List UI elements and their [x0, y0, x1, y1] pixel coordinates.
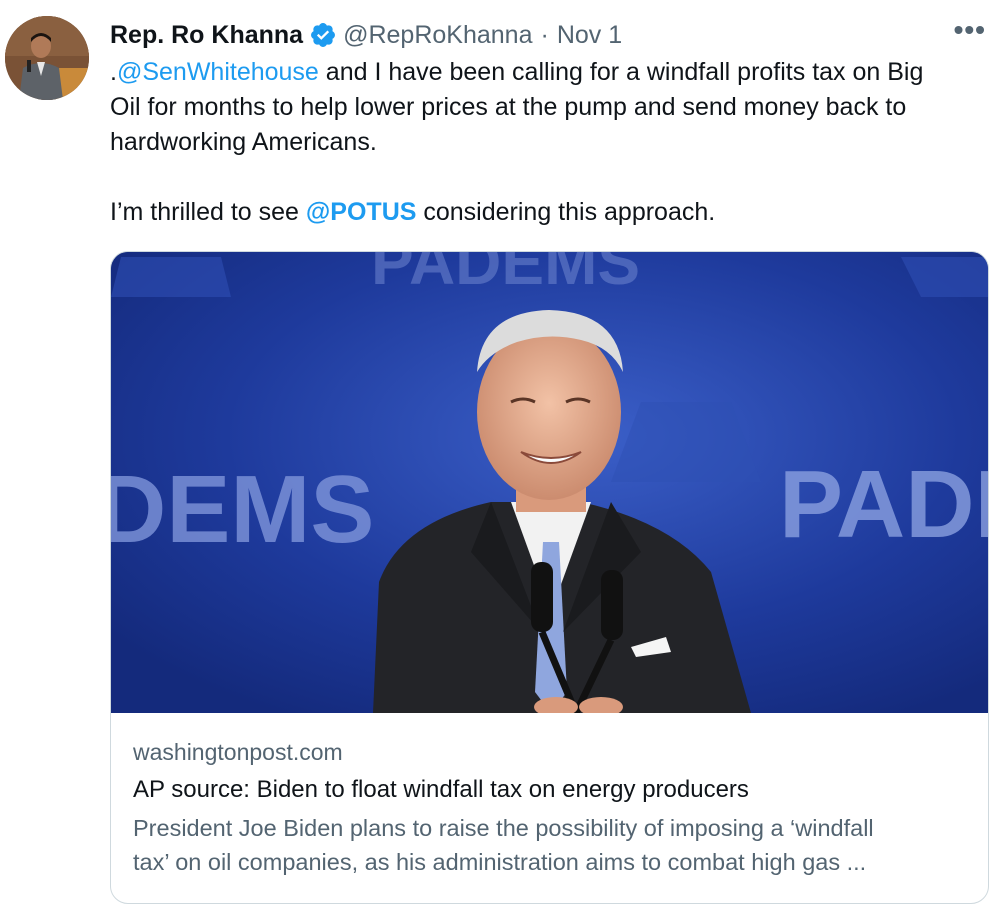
mention-senwhitehouse[interactable]: @SenWhitehouse: [117, 58, 319, 86]
tweet-text: .@SenWhitehouse and I have been calling …: [110, 55, 980, 230]
card-meta: washingtonpost.com AP source: Biden to f…: [133, 736, 973, 879]
backdrop-text-right: PADI: [779, 451, 988, 558]
mention-potus[interactable]: @POTUS: [306, 198, 417, 226]
header-separator: ·: [540, 20, 549, 49]
tweet-text-line-1: .@SenWhitehouse and I have been calling …: [110, 55, 980, 90]
verified-badge-icon: [309, 21, 337, 49]
tweet-text-line-2: Oil for months to help lower prices at t…: [110, 93, 907, 121]
card-image[interactable]: PADEMS DEMS PADI: [111, 252, 988, 713]
card-title[interactable]: AP source: Biden to float windfall tax o…: [133, 772, 973, 808]
link-preview-card[interactable]: PADEMS DEMS PADI washingtonpost.com AP s…: [110, 251, 989, 904]
tweet-text-line-4: I’m thrilled to see @POTUS considering t…: [110, 195, 980, 230]
tweet-date[interactable]: Nov 1: [557, 21, 622, 50]
card-description-line-2: tax’ on oil companies, as his administra…: [133, 849, 867, 875]
card-domain: washingtonpost.com: [133, 739, 343, 765]
text-fragment: I’m thrilled to see: [110, 198, 306, 226]
author-name[interactable]: Rep. Ro Khanna: [110, 21, 303, 50]
text-fragment: considering this approach.: [416, 198, 716, 226]
text-prefix: .: [110, 58, 117, 86]
card-photo: PADEMS DEMS PADI: [111, 252, 988, 713]
tweet-text-line-3: hardworking Americans.: [110, 128, 377, 156]
backdrop-text-left: DEMS: [111, 456, 374, 563]
author-avatar[interactable]: [5, 16, 89, 100]
more-options-icon[interactable]: •••: [954, 14, 986, 46]
author-handle[interactable]: @RepRoKhanna: [343, 21, 532, 50]
avatar-image: [5, 16, 89, 100]
card-description-line-1: President Joe Biden plans to raise the p…: [133, 815, 874, 841]
tweet-header: Rep. Ro Khanna @RepRoKhanna · Nov 1: [110, 18, 622, 52]
backdrop-text-top: PADEMS: [371, 252, 640, 298]
text-fragment: and I have been calling for a windfall p…: [318, 58, 924, 86]
card-description: President Joe Biden plans to raise the p…: [133, 811, 973, 879]
